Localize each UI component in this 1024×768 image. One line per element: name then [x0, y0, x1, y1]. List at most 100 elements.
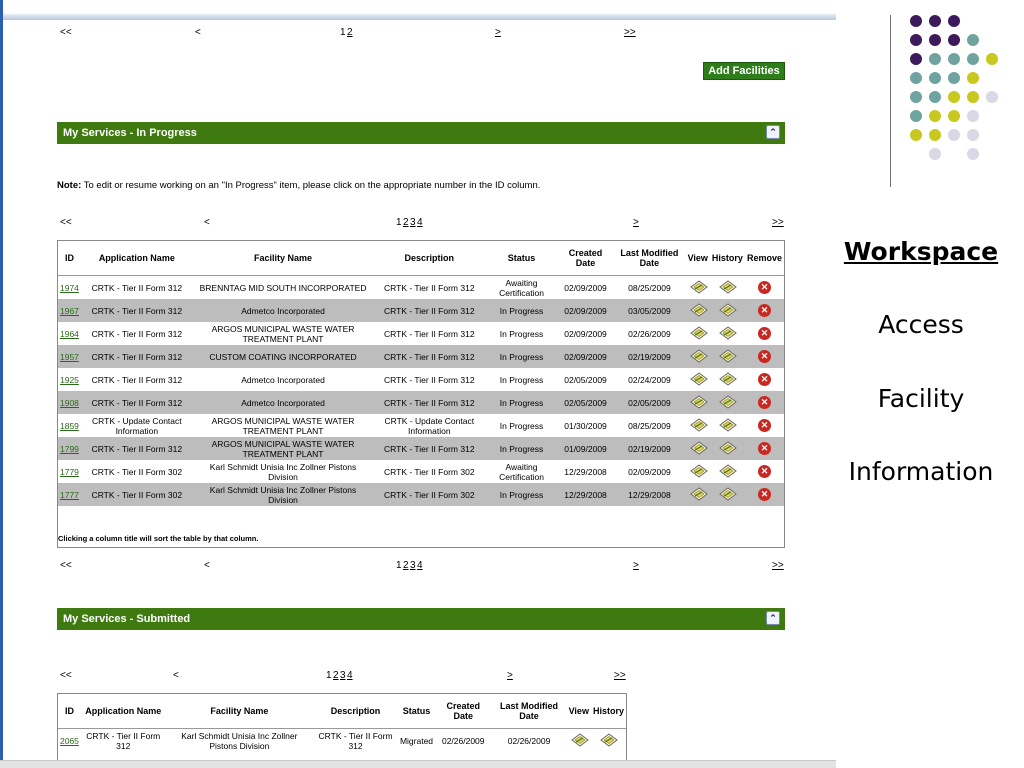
view-icon[interactable]	[689, 440, 708, 455]
history-icon[interactable]	[600, 732, 619, 747]
history-icon[interactable]	[719, 348, 738, 363]
id-link[interactable]: 1925	[60, 375, 79, 385]
view-icon[interactable]	[570, 732, 589, 747]
column-header[interactable]: Application Name	[80, 241, 193, 276]
remove-icon[interactable]: ✕	[757, 442, 771, 455]
remove-icon[interactable]: ✕	[757, 396, 771, 409]
pager-last[interactable]: >>	[772, 560, 784, 571]
view-icon[interactable]	[689, 486, 708, 501]
pager-page-4[interactable]: 4	[347, 670, 353, 681]
view-icon[interactable]	[689, 302, 708, 317]
pager-page-4[interactable]: 4	[417, 560, 423, 571]
remove-icon[interactable]: ✕	[757, 350, 771, 363]
menu-item-information[interactable]: Information	[818, 457, 1024, 486]
column-header[interactable]: Description	[373, 241, 486, 276]
column-header[interactable]: Description	[313, 694, 398, 729]
remove-icon[interactable]: ✕	[757, 281, 771, 294]
pager-page-1[interactable]: 1	[340, 27, 346, 38]
section-submitted-header[interactable]: My Services - Submitted ⌃	[57, 608, 785, 630]
history-icon[interactable]	[719, 463, 738, 478]
add-facilities-button[interactable]: Add Facilities	[703, 62, 785, 80]
pager-last[interactable]: >>	[624, 27, 636, 38]
collapse-icon[interactable]: ⌃	[766, 611, 780, 625]
pager-page-2[interactable]: 2	[403, 560, 409, 571]
pager-page-4[interactable]: 4	[417, 217, 423, 228]
column-header[interactable]: History	[590, 694, 626, 729]
pager-last[interactable]: >>	[772, 217, 784, 228]
column-header[interactable]: ID	[58, 241, 81, 276]
id-link[interactable]: 1974	[60, 283, 79, 293]
view-icon[interactable]	[689, 417, 708, 432]
column-header[interactable]: Created Date	[557, 241, 614, 276]
menu-item-facility[interactable]: Facility	[818, 384, 1024, 413]
pager-page-1[interactable]: 1	[326, 670, 332, 681]
collapse-icon[interactable]: ⌃	[766, 125, 780, 139]
pager-prev[interactable]: <	[173, 670, 179, 681]
id-link[interactable]: 1957	[60, 352, 79, 362]
column-header[interactable]: Status	[397, 694, 436, 729]
view-icon[interactable]	[689, 371, 708, 386]
column-header[interactable]: Last Modified Date	[491, 694, 567, 729]
column-header[interactable]: Last Modified Date	[613, 241, 686, 276]
pager-prev[interactable]: <	[195, 27, 201, 38]
history-icon[interactable]	[719, 302, 738, 317]
id-link[interactable]: 1908	[60, 398, 79, 408]
column-header[interactable]: View	[685, 241, 710, 276]
id-link[interactable]: 2065	[60, 736, 79, 746]
section-in-progress-header[interactable]: My Services - In Progress ⌃	[57, 122, 785, 144]
pager-page-2[interactable]: 2	[403, 217, 409, 228]
remove-icon[interactable]: ✕	[757, 304, 771, 317]
view-icon[interactable]	[689, 463, 708, 478]
pager-page-2[interactable]: 2	[347, 27, 353, 38]
id-link[interactable]: 1859	[60, 421, 79, 431]
column-header[interactable]: View	[566, 694, 591, 729]
column-header[interactable]: Created Date	[435, 694, 492, 729]
pager-page-1[interactable]: 1	[396, 217, 402, 228]
pager-page-3[interactable]: 3	[410, 560, 416, 571]
pager-page-1[interactable]: 1	[396, 560, 402, 571]
remove-icon[interactable]: ✕	[757, 327, 771, 340]
column-header[interactable]: History	[709, 241, 745, 276]
id-link[interactable]: 1964	[60, 329, 79, 339]
history-icon[interactable]	[719, 486, 738, 501]
view-icon[interactable]	[689, 394, 708, 409]
id-link[interactable]: 1777	[60, 490, 79, 500]
view-icon[interactable]	[689, 325, 708, 340]
column-header[interactable]: Remove	[744, 241, 784, 276]
column-header[interactable]: ID	[58, 694, 81, 729]
pager-next[interactable]: >	[633, 560, 639, 571]
pager-first[interactable]: <<	[60, 27, 72, 38]
column-header[interactable]: Status	[485, 241, 558, 276]
remove-icon[interactable]: ✕	[757, 419, 771, 432]
column-header[interactable]: Facility Name	[165, 694, 314, 729]
history-icon[interactable]	[719, 279, 738, 294]
id-link[interactable]: 1779	[60, 467, 79, 477]
pager-first[interactable]: <<	[60, 670, 72, 681]
history-icon[interactable]	[719, 440, 738, 455]
pager-page-3[interactable]: 3	[410, 217, 416, 228]
history-icon[interactable]	[719, 371, 738, 386]
remove-icon[interactable]: ✕	[757, 465, 771, 478]
view-icon[interactable]	[689, 279, 708, 294]
history-icon[interactable]	[719, 325, 738, 340]
id-link[interactable]: 1967	[60, 306, 79, 316]
pager-next[interactable]: >	[507, 670, 513, 681]
pager-page-3[interactable]: 3	[340, 670, 346, 681]
id-link[interactable]: 1799	[60, 444, 79, 454]
column-header[interactable]: Application Name	[80, 694, 166, 729]
menu-item-workspace[interactable]: Workspace	[818, 237, 1024, 266]
view-icon[interactable]	[689, 348, 708, 363]
pager-first[interactable]: <<	[60, 217, 72, 228]
remove-icon[interactable]: ✕	[757, 488, 771, 501]
history-icon[interactable]	[719, 394, 738, 409]
menu-item-access[interactable]: Access	[818, 310, 1024, 339]
pager-page-2[interactable]: 2	[333, 670, 339, 681]
pager-next[interactable]: >	[633, 217, 639, 228]
pager-prev[interactable]: <	[204, 560, 210, 571]
pager-prev[interactable]: <	[204, 217, 210, 228]
pager-next[interactable]: >	[495, 27, 501, 38]
column-header[interactable]: Facility Name	[192, 241, 374, 276]
pager-last[interactable]: >>	[614, 670, 626, 681]
remove-icon[interactable]: ✕	[757, 373, 771, 386]
pager-first[interactable]: <<	[60, 560, 72, 571]
